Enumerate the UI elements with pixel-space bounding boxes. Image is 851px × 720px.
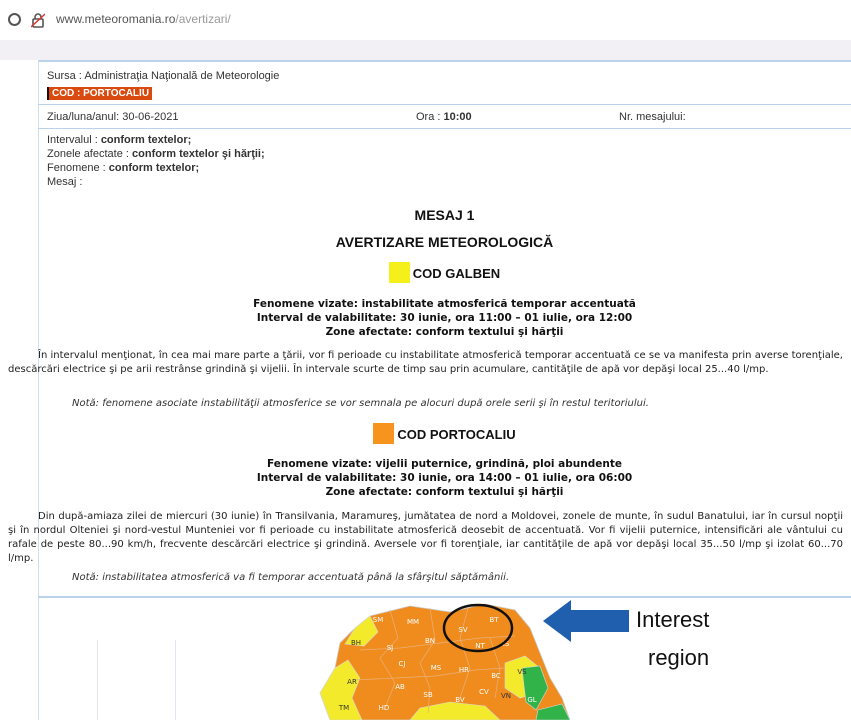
map-label-sb: SB <box>423 691 432 699</box>
info-block: Intervalul : conform textelor; Zonele af… <box>47 133 265 189</box>
yellow-square-icon <box>388 262 410 283</box>
url-path: /avertizari/ <box>175 12 231 26</box>
map-frame-line <box>97 640 98 720</box>
orange-code-label: COD PORTOCALIU <box>397 427 516 442</box>
panel-left-border <box>38 60 39 720</box>
orange-note: Notă: instabilitatea atmosferică va fi t… <box>72 572 510 583</box>
url-domain: www.meteoromania.ro <box>56 12 176 26</box>
map-label-gl: GL <box>527 696 536 704</box>
annotation-arrow-icon <box>543 600 629 642</box>
date-label: Ziua/luna/anul: <box>47 111 120 123</box>
browser-toolbar-strip <box>0 40 851 60</box>
message-subtitle: AVERTIZARE METEOROLOGICĂ <box>335 234 554 250</box>
map-label-sm: SM <box>373 616 383 624</box>
map-label-mm: MM <box>407 618 419 626</box>
orange-validity: Interval de valabilitate: 30 iunie, ora … <box>256 472 633 484</box>
divider <box>38 104 851 105</box>
warning-map[interactable]: SM MM SV BT BH SJ BN IS NT CJ MS HR BC V… <box>300 598 570 720</box>
orange-square-icon <box>373 423 395 444</box>
time-field: Ora : 10:00 <box>416 111 472 123</box>
interval-value: conform textelor; <box>100 134 192 146</box>
time-label: Ora : <box>416 111 441 123</box>
map-label-tm: TM <box>338 704 349 712</box>
map-label-bn: BN <box>425 637 435 645</box>
orange-code-heading: COD PORTOCALIU <box>38 423 851 444</box>
message-label: Mesaj : <box>47 176 83 188</box>
source-line: Sursa : Administraţia Naţională de Meteo… <box>47 70 279 82</box>
zones-label: Zonele afectate : <box>47 148 129 160</box>
orange-paragraph: Din după-amiaza zilei de miercuri (30 iu… <box>8 511 843 564</box>
orange-zones: Zone afectate: conform textului şi hărţi… <box>325 486 564 498</box>
yellow-phenomena: Fenomene vizate: instabilitate atmosferi… <box>253 298 636 310</box>
yellow-paragraph: În intervalul menţionat, în cea mai mare… <box>8 350 843 375</box>
date-field: Ziua/luna/anul: 30-06-2021 <box>47 111 179 123</box>
map-label-cv: CV <box>479 688 489 696</box>
map-label-bt: BT <box>489 616 499 624</box>
map-label-bc: BC <box>491 672 501 680</box>
annotation-line1: Interest <box>636 607 710 632</box>
map-label-ar: AR <box>347 678 357 686</box>
yellow-code-label: COD GALBEN <box>412 266 501 281</box>
orange-phenomena: Fenomene vizate: vijelii puternice, grin… <box>267 458 622 470</box>
map-label-nt: NT <box>475 642 485 650</box>
map-label-cj: CJ <box>399 660 406 668</box>
map-label-sj: SJ <box>387 644 394 652</box>
yellow-note: Notă: fenomene asociate instabilităţii a… <box>72 398 649 409</box>
map-label-ab: AB <box>395 683 405 691</box>
map-label-vs: VS <box>517 668 527 676</box>
interval-label: Intervalul : <box>47 134 98 146</box>
map-label-sv: SV <box>458 626 467 634</box>
map-label-bh: BH <box>351 639 361 647</box>
code-badge: COD : PORTOCALIU <box>47 87 153 100</box>
yellow-code-heading: COD GALBEN <box>38 262 851 283</box>
map-label-bv: BV <box>455 696 465 704</box>
time-value: 10:00 <box>443 111 472 123</box>
yellow-zones: Zone afectate: conform textului şi hărţi… <box>325 326 564 338</box>
yellow-validity: Interval de valabilitate: 30 iunie, ora … <box>256 312 633 324</box>
browser-address-bar[interactable]: www.meteoromania.ro/avertizari/ <box>0 0 851 40</box>
yellow-details: Fenomene vizate: instabilitate atmosferi… <box>38 297 851 339</box>
map-label-ms: MS <box>431 664 442 672</box>
divider <box>38 128 851 129</box>
orange-details: Fenomene vizate: vijelii puternice, grin… <box>38 457 851 499</box>
url-text[interactable]: www.meteoromania.ro/avertizari/ <box>56 12 231 26</box>
annotation-line2: region <box>648 645 710 670</box>
map-label-vn: VN <box>501 692 511 700</box>
message-number-label: Nr. mesajului: <box>619 111 686 123</box>
date-value: 30-06-2021 <box>122 111 179 123</box>
phenomena-label: Fenomene : <box>47 162 106 174</box>
tracking-shield-icon[interactable] <box>8 13 21 26</box>
source-value: Administraţia Naţională de Meteorologie <box>84 70 280 82</box>
map-frame-line <box>175 640 176 720</box>
map-label-hd: HD <box>379 704 390 712</box>
map-label-hr: HR <box>459 666 469 674</box>
zones-value: conform textelor şi hărţii; <box>132 148 265 160</box>
phenomena-value: conform textelor; <box>108 162 200 174</box>
lock-icon[interactable] <box>31 12 45 28</box>
message-title: MESAJ 1 <box>414 207 475 223</box>
source-label: Sursa : <box>47 70 82 82</box>
